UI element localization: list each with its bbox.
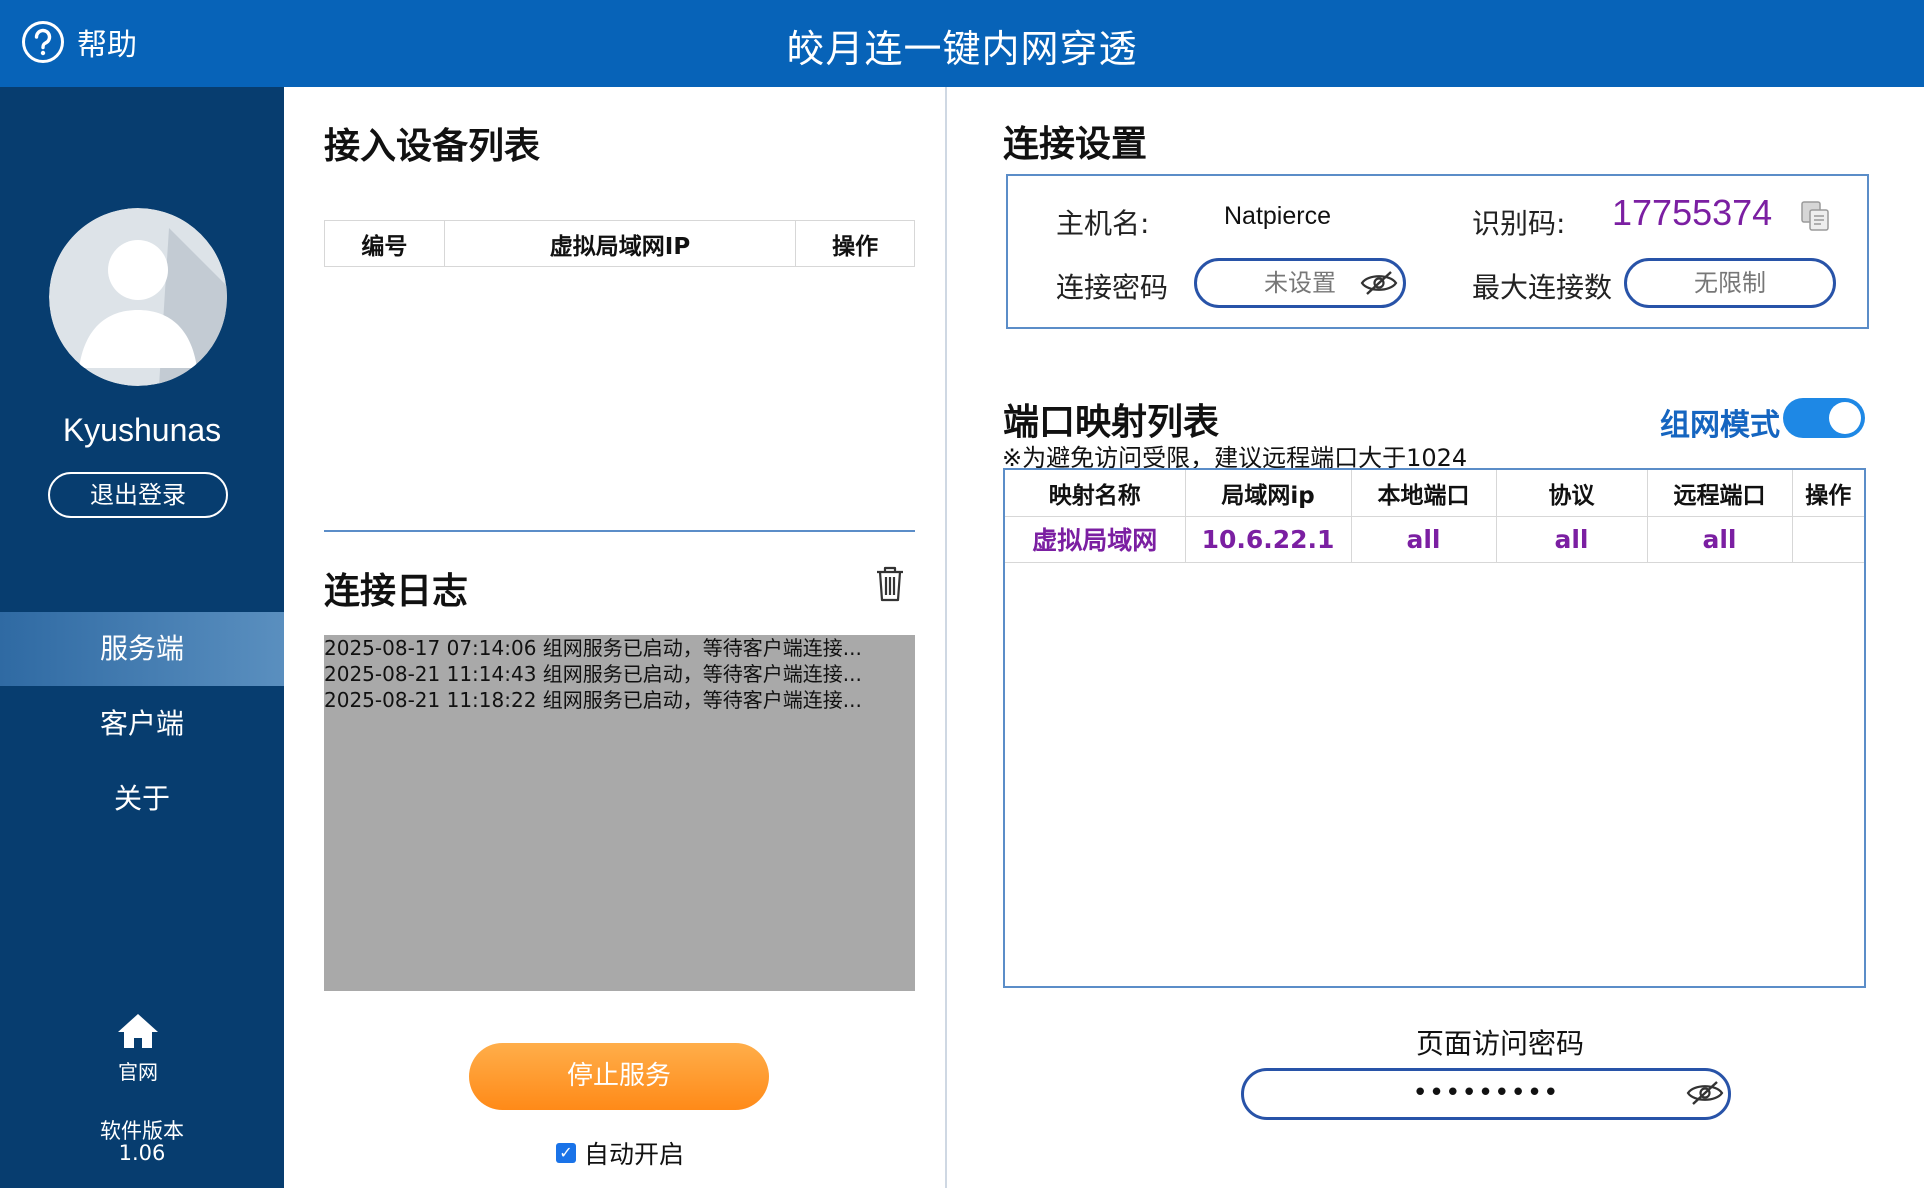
table-row[interactable]: 虚拟局域网 10.6.22.1 all all all <box>1005 516 1864 563</box>
devices-title: 接入设备列表 <box>324 126 541 167</box>
copy-icon[interactable] <box>1800 200 1830 232</box>
mapping-action[interactable] <box>1792 516 1864 563</box>
col-local-port: 本地端口 <box>1351 470 1497 517</box>
port-mapping-panel: 映射名称 局域网ip 本地端口 协议 远程端口 操作 虚拟局域网 10.6.22… <box>1003 468 1866 988</box>
max-connections-value: 无限制 <box>1694 269 1766 297</box>
auto-start-checkbox[interactable]: ✓ <box>556 1143 576 1163</box>
code-label: 识别码: <box>1472 207 1566 240</box>
col-lan-ip: 局域网ip <box>1185 470 1352 517</box>
eye-slash-icon[interactable] <box>1360 270 1398 296</box>
mapping-remote-port: all <box>1647 516 1793 563</box>
mapping-name: 虚拟局域网 <box>1005 516 1186 563</box>
website-label: 官网 <box>118 1060 158 1084</box>
version-number: 1.06 <box>118 1141 166 1165</box>
port-mapping-table: 映射名称 局域网ip 本地端口 协议 远程端口 操作 虚拟局域网 10.6.22… <box>1005 470 1864 563</box>
avatar <box>49 208 227 386</box>
code-value: 17755374 <box>1612 192 1773 233</box>
col-action: 操作 <box>795 220 915 267</box>
auto-start-label: 自动开启 <box>584 1140 685 1169</box>
nav-server[interactable]: 服务端 <box>0 612 284 686</box>
website-link[interactable]: 官网 <box>112 1012 164 1085</box>
mesh-mode-toggle[interactable] <box>1783 398 1865 438</box>
log-panel[interactable]: 2025-08-17 07:14:06 组网服务已启动，等待客户端连接... 2… <box>324 635 915 991</box>
auto-start-option[interactable]: ✓ 自动开启 <box>556 1135 684 1171</box>
log-title: 连接日志 <box>324 571 469 612</box>
title-bar: 帮助 皎月连一键内网穿透 <box>0 0 1924 87</box>
col-remote-port: 远程端口 <box>1647 470 1793 517</box>
nav-client[interactable]: 客户端 <box>0 687 284 761</box>
host-label: 主机名: <box>1056 207 1150 240</box>
eye-slash-icon[interactable] <box>1686 1080 1724 1106</box>
stop-service-button[interactable]: 停止服务 <box>469 1043 769 1110</box>
max-connections-field[interactable]: 无限制 <box>1624 258 1836 308</box>
col-number: 编号 <box>324 220 445 267</box>
column-divider <box>945 87 947 1188</box>
connection-password-value: 未设置 <box>1264 269 1336 297</box>
mapping-local-port: all <box>1351 516 1497 563</box>
password-label: 连接密码 <box>1056 271 1169 304</box>
mesh-mode-label: 组网模式 <box>1660 408 1780 443</box>
page-password-label: 页面访问密码 <box>1415 1027 1584 1060</box>
max-connections-label: 最大连接数 <box>1472 271 1613 304</box>
page-password-value: ••••••••• <box>1412 1078 1560 1108</box>
col-mapping-action: 操作 <box>1792 470 1864 517</box>
devices-table: 编号 虚拟局域网IP 操作 <box>324 220 915 267</box>
log-line: 2025-08-17 07:14:06 组网服务已启动，等待客户端连接... <box>324 636 862 660</box>
log-line: 2025-08-21 11:18:22 组网服务已启动，等待客户端连接... <box>324 688 862 712</box>
log-line: 2025-08-21 11:14:43 组网服务已启动，等待客户端连接... <box>324 662 862 686</box>
mapping-protocol: all <box>1496 516 1648 563</box>
col-protocol: 协议 <box>1496 470 1648 517</box>
section-divider <box>324 530 915 532</box>
nav-about[interactable]: 关于 <box>0 762 284 836</box>
trash-icon[interactable] <box>875 566 905 602</box>
connection-settings-panel: 主机名: Natpierce 识别码: 17755374 连接密码 未设置 最大… <box>1006 174 1869 329</box>
connection-title: 连接设置 <box>1003 124 1148 165</box>
col-virtual-ip: 虚拟局域网IP <box>443 220 797 267</box>
page-password-field[interactable]: ••••••••• <box>1241 1068 1731 1120</box>
host-value: Natpierce <box>1224 202 1331 230</box>
col-mapping-name: 映射名称 <box>1005 470 1186 517</box>
toggle-knob <box>1829 402 1861 434</box>
username: Kyushunas <box>62 412 222 448</box>
sidebar: Kyushunas 退出登录 服务端 客户端 关于 官网 软件版本 1.06 <box>0 87 284 1188</box>
home-icon <box>118 1014 158 1048</box>
logout-button[interactable]: 退出登录 <box>48 472 228 518</box>
mapping-lan-ip: 10.6.22.1 <box>1185 516 1352 563</box>
app-title: 皎月连一键内网穿透 <box>786 27 1138 71</box>
